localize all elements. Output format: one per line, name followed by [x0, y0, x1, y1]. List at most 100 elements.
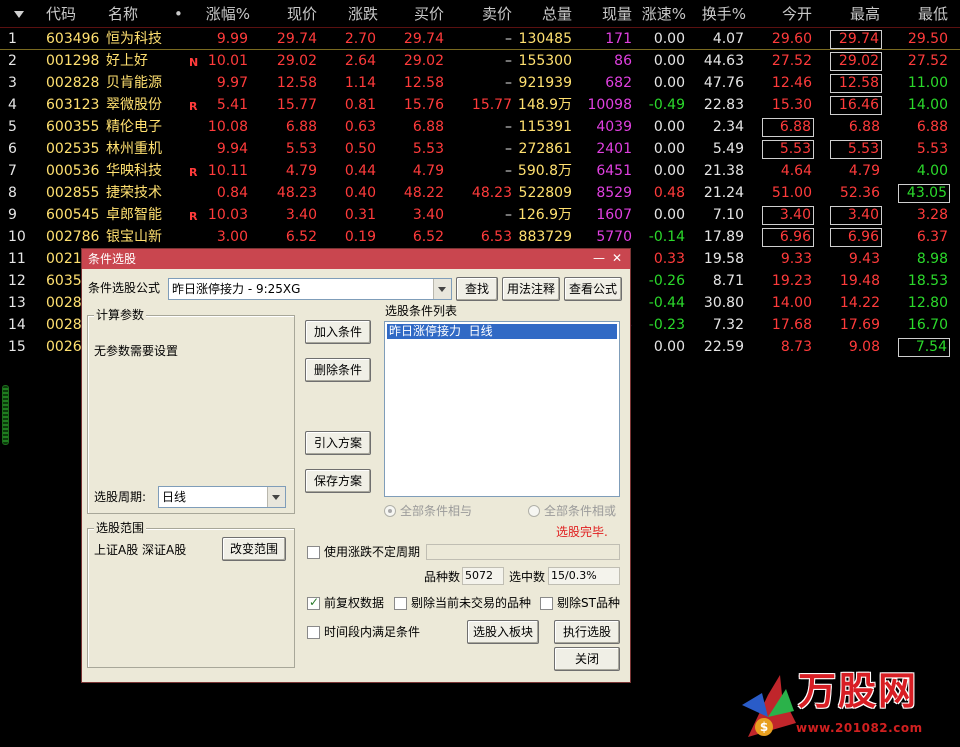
cell-high: 17.69 [839, 317, 880, 333]
cell-turn: 4.07 [712, 31, 744, 47]
cell-cur: 1607 [596, 207, 632, 223]
column-header[interactable]: 卖价 [460, 0, 512, 28]
cell-code: 600545 [46, 207, 100, 223]
cell-turn: 5.49 [712, 141, 744, 157]
column-header[interactable]: 现量 [584, 0, 632, 28]
column-header[interactable]: 代码 [46, 0, 78, 28]
column-header[interactable]: 最低 [910, 0, 948, 28]
cell-open: 3.40 [762, 206, 814, 225]
column-header[interactable]: 换手% [700, 0, 746, 28]
exclude-untraded-checkbox[interactable] [394, 597, 407, 610]
prior-adjust-label: 前复权数据 [324, 596, 385, 610]
chevron-down-icon[interactable] [267, 487, 285, 507]
cell-open: 14.00 [771, 295, 812, 311]
column-header[interactable]: 涨幅% [196, 0, 250, 28]
cell-high: 16.46 [830, 96, 882, 115]
cell-vol: 883729 [518, 229, 572, 245]
all-or-radio[interactable] [528, 505, 540, 517]
cell-ask: – [505, 53, 512, 69]
cell-open: 5.53 [762, 140, 814, 159]
cell-code: 002828 [46, 75, 100, 91]
change-range-button[interactable]: 改变范围 [222, 537, 286, 561]
minimize-icon[interactable]: — [592, 251, 606, 265]
column-header[interactable]: 最高 [840, 0, 880, 28]
cell-pct: 10.01 [207, 53, 248, 69]
side-scroll-handle[interactable] [2, 385, 9, 445]
formula-select[interactable]: 昨日涨停接力 - 9:25XG [168, 278, 452, 300]
condition-stock-picker-dialog: 条件选股 — ✕ 条件选股公式 昨日涨停接力 - 9:25XG 查找 用法注释 … [81, 248, 631, 683]
time-range-label: 时间段内满足条件 [324, 625, 421, 639]
cell-vol: 126.9万 [517, 207, 572, 223]
all-and-radio[interactable] [384, 505, 396, 517]
cell-price: 29.74 [276, 31, 317, 47]
cell-name: 卓郎智能 [106, 207, 162, 223]
condition-list-item[interactable]: 昨日涨停接力 日线 [387, 324, 617, 339]
cell-price: 4.79 [285, 163, 317, 179]
import-plan-button[interactable]: 引入方案 [305, 431, 371, 455]
period-select[interactable]: 日线 [158, 486, 286, 508]
triangle-down-icon[interactable] [14, 11, 24, 18]
cell-code: 000536 [46, 163, 100, 179]
close-icon[interactable]: ✕ [610, 251, 624, 265]
cell-bid: 29.74 [403, 31, 444, 47]
cell-spd: -0.23 [648, 317, 685, 333]
time-range-checkbox[interactable] [307, 626, 320, 639]
cell-high: 9.08 [848, 339, 880, 355]
add-to-block-button[interactable]: 选股入板块 [467, 620, 539, 644]
cell-ask: – [505, 119, 512, 135]
cell-spd: 0.00 [653, 75, 685, 91]
cell-chg: 0.81 [344, 97, 376, 113]
exclude-st-checkbox[interactable] [540, 597, 553, 610]
params-group: 计算参数 无参数需要设置 选股周期: 日线 [87, 308, 295, 514]
period-value: 日线 [162, 490, 187, 504]
add-condition-button[interactable]: 加入条件 [305, 320, 371, 344]
run-selection-button[interactable]: 执行选股 [554, 620, 620, 644]
cell-ask: – [505, 163, 512, 179]
cell-pct: 5.41 [216, 97, 248, 113]
find-button[interactable]: 查找 [456, 277, 498, 301]
cell-ask: 48.23 [471, 185, 512, 201]
cell-cur: 682 [605, 75, 632, 91]
prior-adjust-checkbox[interactable] [307, 595, 320, 610]
cell-turn: 22.83 [703, 97, 744, 113]
column-header[interactable]: 名称 [108, 0, 144, 28]
cell-low: 4.00 [916, 163, 948, 179]
cell-price: 3.40 [285, 207, 317, 223]
usage-notes-button[interactable]: 用法注释 [502, 277, 560, 301]
range-text: 上证A股 深证A股 [94, 543, 187, 557]
all-and-label: 全部条件相与 [400, 504, 473, 518]
cell-open: 19.23 [771, 273, 812, 289]
cell-open: 29.60 [771, 31, 812, 47]
column-header[interactable]: • [174, 0, 184, 28]
column-header[interactable]: 涨跌 [330, 0, 378, 28]
cell-spd: 0.48 [653, 185, 685, 201]
cell-spd: 0.00 [653, 31, 685, 47]
save-plan-button[interactable]: 保存方案 [305, 469, 371, 493]
dialog-titlebar[interactable]: 条件选股 — ✕ [82, 249, 630, 269]
cell-low: 43.05 [898, 184, 950, 203]
cell-vol: 522809 [518, 185, 572, 201]
delete-condition-button[interactable]: 删除条件 [305, 358, 371, 382]
cell-cur: 8529 [596, 185, 632, 201]
view-formula-button[interactable]: 查看公式 [564, 277, 622, 301]
column-header[interactable]: 买价 [392, 0, 444, 28]
cell-turn: 30.80 [703, 295, 744, 311]
cell-code: 001298 [46, 53, 100, 69]
cell-spd: -0.49 [648, 97, 685, 113]
column-header[interactable]: 涨速% [638, 0, 686, 28]
cell-open: 12.46 [771, 75, 812, 91]
column-header[interactable]: 今开 [770, 0, 812, 28]
cell-spd: -0.14 [648, 229, 685, 245]
condition-listbox[interactable]: 昨日涨停接力 日线 [384, 321, 620, 497]
cell-open: 17.68 [771, 317, 812, 333]
cell-vol: 130485 [518, 31, 572, 47]
column-header[interactable]: 现价 [262, 0, 317, 28]
column-header[interactable]: 总量 [526, 0, 572, 28]
close-button[interactable]: 关闭 [554, 647, 620, 671]
wangu-watermark: $ 万股网 www.201082.com [738, 665, 960, 747]
cell-chg: 0.63 [344, 119, 376, 135]
use-period-checkbox[interactable] [307, 546, 320, 559]
cell-turn: 7.32 [712, 317, 744, 333]
chevron-down-icon[interactable] [433, 279, 451, 299]
cell-vol: 921939 [518, 75, 572, 91]
